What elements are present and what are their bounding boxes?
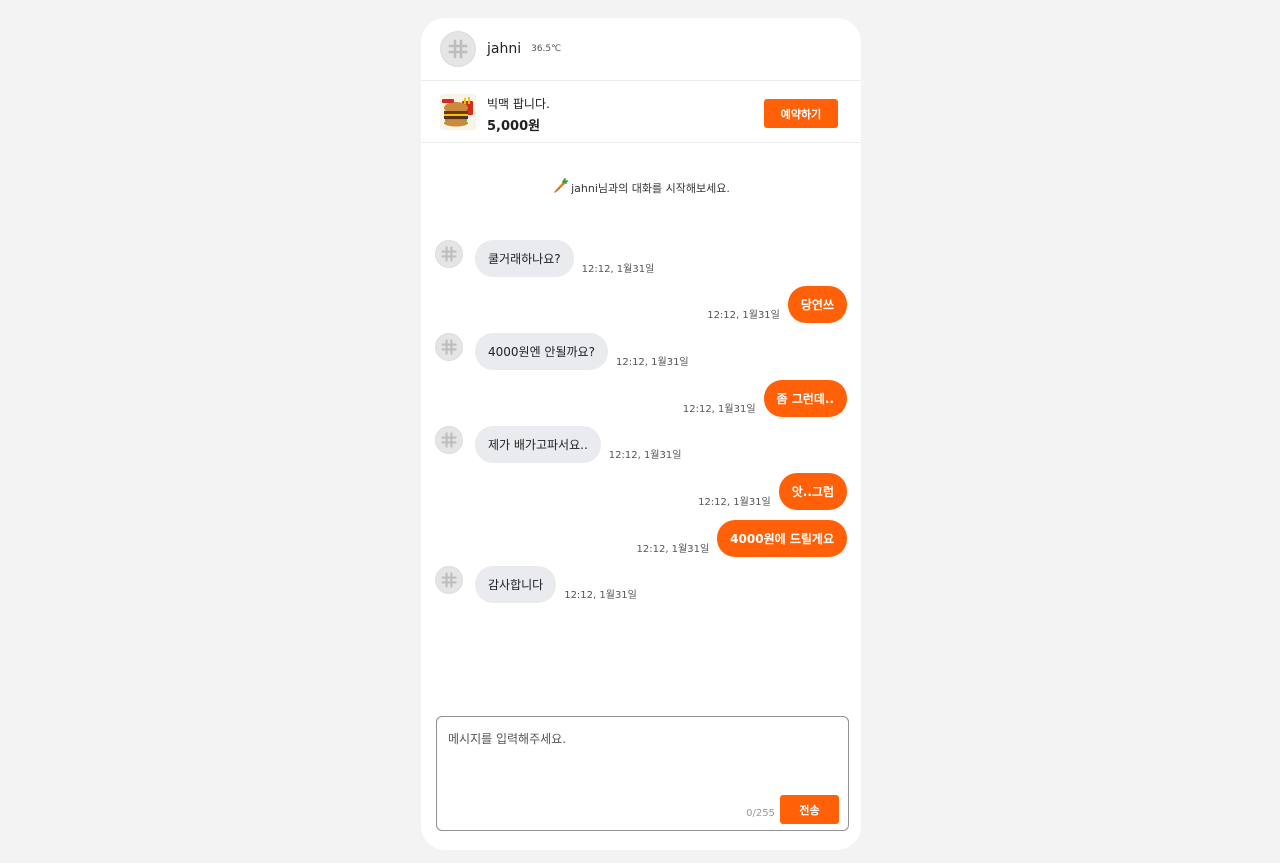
hash-icon xyxy=(435,333,463,361)
message-bubble[interactable]: 4000원엔 안될까요? xyxy=(475,333,608,370)
message-time: 12:12, 1월31일 xyxy=(615,357,689,368)
message-bubble[interactable]: 앗..그럼 xyxy=(778,473,847,510)
message-bubble[interactable]: 감사합니다 xyxy=(475,566,557,603)
send-button[interactable]: 전송 xyxy=(780,795,839,824)
product-bar: 빅맥 팝니다. 5,000원 예약하기 xyxy=(421,81,861,143)
message-composer: 0/255 전송 xyxy=(436,716,849,831)
message-bubble[interactable]: 4000원에 드릴게요 xyxy=(717,520,847,557)
character-counter: 0/255 xyxy=(746,808,775,819)
carrot-icon xyxy=(552,178,569,197)
message-outgoing: 12:12, 1월31일 당연쓰 xyxy=(699,286,847,323)
chat-partner-name[interactable]: jahni xyxy=(487,41,521,57)
message-incoming: 제가 배가고파서요.. 12:12, 1월31일 xyxy=(435,426,689,463)
message-time: 12:12, 1월31일 xyxy=(564,590,637,601)
hash-icon[interactable] xyxy=(440,31,476,67)
hash-icon xyxy=(435,566,463,594)
message-bubble[interactable]: 당연쓰 xyxy=(787,286,847,323)
message-outgoing: 12:12, 1월31일 앗..그럼 xyxy=(690,473,847,510)
message-bubble[interactable]: 좀 그런데.. xyxy=(763,380,847,417)
message-time: 12:12, 1월31일 xyxy=(581,264,655,275)
message-outgoing: 12:12, 1월31일 4000원에 드릴게요 xyxy=(629,520,847,557)
chat-intro-text: jahni님과의 대화를 시작해보세요. xyxy=(571,182,730,195)
message-bubble[interactable]: 쿨거래하나요? xyxy=(475,240,574,277)
burger-image[interactable] xyxy=(440,94,476,130)
hash-icon xyxy=(435,426,463,454)
chat-intro: jahni님과의 대화를 시작해보세요. xyxy=(421,178,861,197)
message-incoming: 4000원엔 안될까요? 12:12, 1월31일 xyxy=(435,333,697,370)
message-time: 12:12, 1월31일 xyxy=(682,404,756,415)
message-incoming: 쿨거래하나요? 12:12, 1월31일 xyxy=(435,240,662,277)
hash-icon xyxy=(435,240,463,268)
reserve-button[interactable]: 예약하기 xyxy=(764,99,838,128)
message-incoming: 감사합니다 12:12, 1월31일 xyxy=(435,566,645,603)
chat-header: jahni 36.5℃ xyxy=(421,18,861,81)
message-bubble[interactable]: 제가 배가고파서요.. xyxy=(475,426,601,463)
message-time: 12:12, 1월31일 xyxy=(608,450,682,461)
message-time: 12:12, 1월31일 xyxy=(636,544,710,555)
message-time: 12:12, 1월31일 xyxy=(707,310,780,321)
chat-window: jahni 36.5℃ 빅맥 팝니다. 5,000원 예약하기 jahni님과의… xyxy=(421,18,861,850)
product-title[interactable]: 빅맥 팝니다. xyxy=(487,95,550,112)
message-outgoing: 12:12, 1월31일 좀 그런데.. xyxy=(675,380,847,417)
message-time: 12:12, 1월31일 xyxy=(698,497,771,508)
message-input[interactable] xyxy=(437,717,848,792)
product-price: 5,000원 xyxy=(487,119,541,134)
manner-temperature: 36.5℃ xyxy=(531,44,562,54)
